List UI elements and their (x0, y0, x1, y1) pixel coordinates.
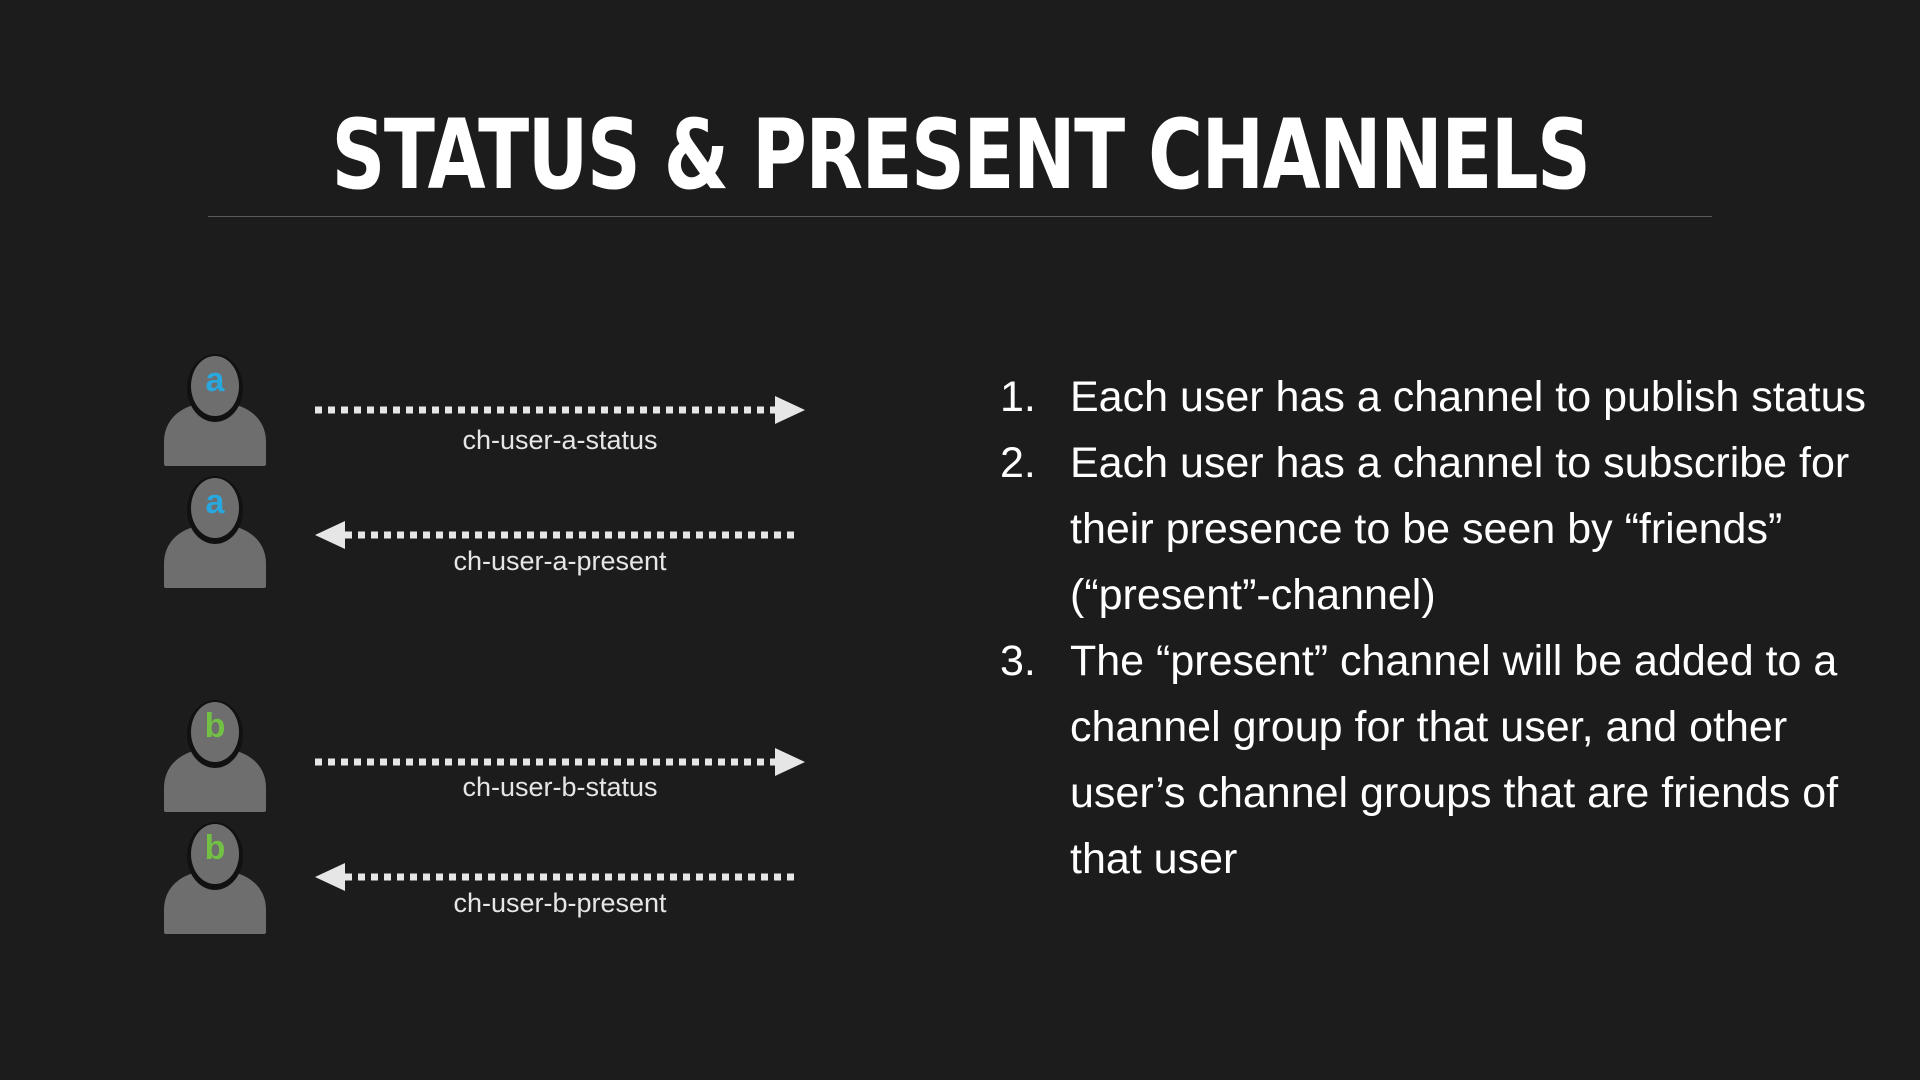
user-b-avatar-icon: b (160, 696, 270, 816)
list-item-number: 1. (1000, 373, 1036, 421)
slide: STATUS & PRESENT CHANNELS a ch-user-a-st… (0, 0, 1920, 1080)
user-a-avatar-icon: a (160, 472, 270, 592)
user-b-avatar-icon: b (160, 818, 270, 938)
user-letter: b (204, 829, 226, 867)
title-divider (208, 216, 1712, 217)
list-item: 3. The “present” channel will be added t… (1000, 628, 1900, 892)
explanation-list: 1. Each user has a channel to publish st… (1000, 364, 1900, 892)
list-item-text: Each user has a channel to subscribe for… (1070, 439, 1850, 619)
channel-label: ch-user-b-present (453, 888, 667, 918)
list-item-text: Each user has a channel to publish statu… (1070, 373, 1867, 421)
list-item: 1. Each user has a channel to publish st… (1000, 364, 1900, 430)
list-item-text: The “present” channel will be added to a… (1070, 637, 1839, 883)
user-a-avatar-icon: a (160, 350, 270, 470)
user-letter: b (204, 707, 226, 745)
channel-label: ch-user-a-status (462, 425, 658, 455)
channel-label: ch-user-b-status (462, 772, 658, 802)
user-letter: a (205, 483, 225, 521)
user-letter: a (205, 361, 225, 399)
list-item-number: 3. (1000, 637, 1036, 685)
list-item-number: 2. (1000, 439, 1036, 487)
channel-label: ch-user-a-present (453, 546, 667, 576)
list-item: 2. Each user has a channel to subscribe … (1000, 430, 1900, 628)
slide-title: STATUS & PRESENT CHANNELS (331, 99, 1591, 211)
